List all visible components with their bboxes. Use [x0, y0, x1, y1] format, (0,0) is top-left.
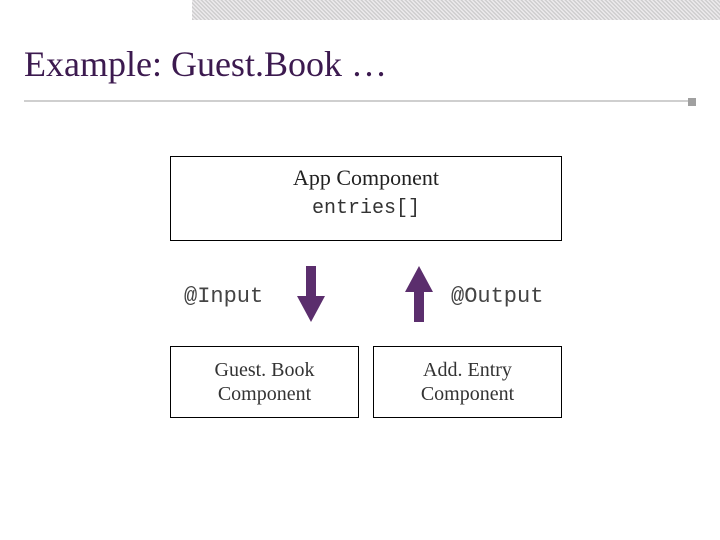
- guestbook-component-box: Guest. Book Component: [170, 346, 359, 418]
- app-component-data-field: entries[]: [171, 191, 561, 220]
- addentry-line1: Add. Entry: [374, 358, 561, 382]
- arrow-up-icon: [405, 266, 433, 322]
- arrow-down-icon: [297, 266, 325, 322]
- slide-title: Example: Guest.Book …: [24, 46, 387, 82]
- title-underline: [24, 100, 696, 102]
- app-component-title: App Component: [171, 157, 561, 191]
- guestbook-line1: Guest. Book: [171, 358, 358, 382]
- addentry-line2: Component: [374, 382, 561, 406]
- title-corner-square: [688, 98, 696, 106]
- top-decorative-band: [192, 0, 720, 20]
- input-decorator-label: @Input: [184, 284, 263, 309]
- addentry-component-box: Add. Entry Component: [373, 346, 562, 418]
- app-component-box: App Component entries[]: [170, 156, 562, 241]
- guestbook-line2: Component: [171, 382, 358, 406]
- output-decorator-label: @Output: [451, 284, 543, 309]
